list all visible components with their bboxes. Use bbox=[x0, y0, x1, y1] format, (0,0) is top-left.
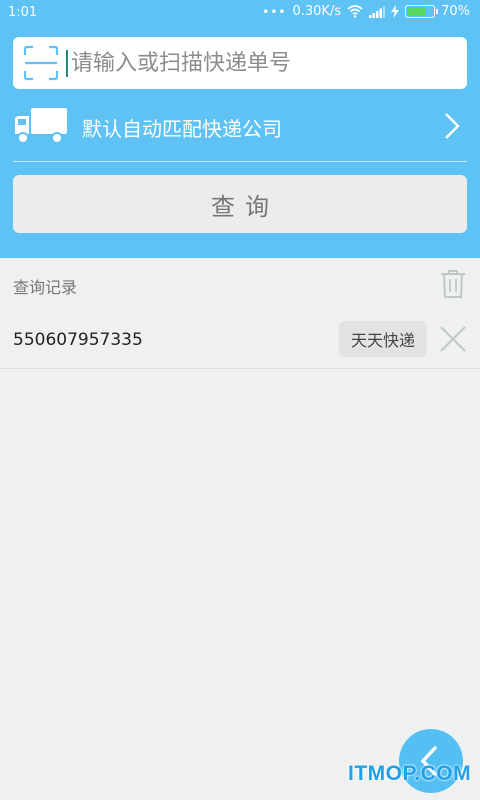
battery-level-fill bbox=[407, 7, 425, 16]
tracking-search-box[interactable] bbox=[13, 37, 467, 89]
history-record-row[interactable]: 550607957335 天天快递 bbox=[0, 312, 480, 369]
header-panel: 1:01 ••• 0.30K/s 70% 请输入或扫描快递单号 默认自动匹配快递… bbox=[0, 0, 480, 258]
history-title: 查询记录 bbox=[13, 278, 78, 297]
chevron-right-icon bbox=[445, 113, 460, 139]
record-tracking-number: 550607957335 bbox=[13, 330, 143, 350]
tracking-number-input[interactable] bbox=[71, 43, 451, 83]
signal-icon bbox=[369, 5, 386, 18]
text-cursor bbox=[66, 50, 68, 77]
record-carrier-tag: 天天快递 bbox=[339, 321, 427, 357]
watermark-text: ITMOP.COM bbox=[348, 762, 472, 785]
close-icon[interactable] bbox=[439, 325, 467, 353]
scan-icon[interactable] bbox=[23, 45, 59, 81]
status-time: 1:01 bbox=[8, 5, 38, 20]
trash-icon[interactable] bbox=[439, 269, 467, 299]
status-bar: 1:01 ••• 0.30K/s 70% bbox=[0, 0, 480, 26]
wifi-icon bbox=[347, 5, 363, 18]
header-divider bbox=[13, 161, 467, 162]
courier-company-label: 默认自动匹配快递公司 bbox=[82, 117, 282, 141]
history-header: 查询记录 bbox=[0, 258, 480, 310]
network-speed: 0.30K/s bbox=[292, 4, 342, 19]
truck-icon bbox=[15, 108, 67, 144]
query-button[interactable]: 查询 bbox=[13, 175, 467, 233]
battery-icon bbox=[405, 5, 439, 18]
battery-percent: 70% bbox=[441, 4, 470, 19]
more-dots-icon: ••• bbox=[262, 4, 287, 19]
status-right: ••• 0.30K/s 70% bbox=[262, 4, 470, 19]
courier-company-selector[interactable]: 默认自动匹配快递公司 bbox=[0, 100, 480, 152]
charging-icon bbox=[391, 5, 400, 18]
